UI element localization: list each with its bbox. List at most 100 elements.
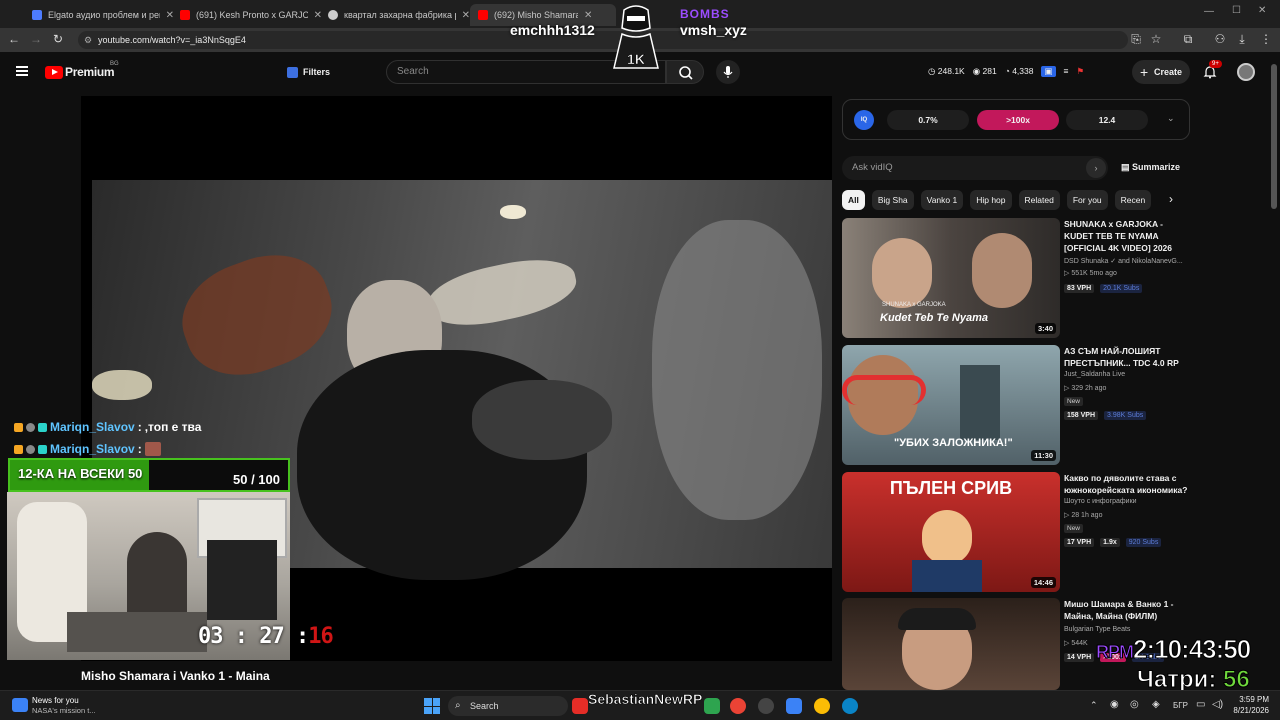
video-thumbnail[interactable]: SHUNAKA x GARJOKA Kudet Teb Te Nyama 3:4… <box>842 218 1060 338</box>
summarize-button[interactable]: ▤ Summarize <box>1121 162 1180 173</box>
menu-dots-icon[interactable]: ⋮ <box>1258 32 1274 46</box>
voice-search-button[interactable] <box>716 60 740 84</box>
chat-message: Mariqn_Slavov : <box>14 438 254 460</box>
chip[interactable]: Big Sha <box>871 190 914 210</box>
ask-submit-icon[interactable]: › <box>1086 158 1106 178</box>
site-info-icon[interactable]: ⚙ <box>84 31 92 49</box>
url-field[interactable]: ⚙ youtube.com/watch?v=_ia3NnSqgE4 <box>78 31 1128 49</box>
account-avatar[interactable] <box>1237 63 1255 81</box>
video-thumbnail[interactable] <box>842 598 1060 690</box>
news-subtitle[interactable]: NASA's mission t... <box>32 706 96 715</box>
rec-channel[interactable]: Bulgarian Type Beats <box>1064 626 1130 633</box>
page-scrollbar[interactable] <box>1271 64 1277 209</box>
recommendation-item[interactable]: "УБИХ ЗАЛОЖНИКА!" 11:30 АЗ СЪМ НАЙ-ЛОШИЯ… <box>842 345 1188 465</box>
overlay-username-left: emchhh1312 <box>510 22 595 38</box>
reload-icon[interactable]: ↻ <box>50 32 66 46</box>
video-title: Misho Shamara i Vanko 1 - Maina <box>81 669 270 683</box>
vidiq-expand-chevron-icon[interactable]: ⌄ <box>1167 113 1175 124</box>
chat-badge-icon <box>26 444 35 454</box>
new-badge: New <box>1064 397 1084 406</box>
chrome-taskbar-icon[interactable] <box>730 698 746 714</box>
volume-icon[interactable]: ◁) <box>1212 699 1223 710</box>
create-button[interactable]: Create <box>1132 60 1190 84</box>
recommendation-item[interactable]: ПЪЛЕН СРИВ 14:46 Какво по дяволите става… <box>842 472 1188 592</box>
sort-icon[interactable]: ≡ <box>1064 66 1069 77</box>
goal-count: 50 / 100 <box>233 472 280 487</box>
back-icon[interactable]: ← <box>6 32 22 46</box>
views-stat: ◷ 248.1K <box>928 66 965 76</box>
chip-all[interactable]: All <box>842 190 865 210</box>
youtube-taskbar-icon[interactable] <box>572 698 588 714</box>
mascot-text: 1K <box>627 51 645 67</box>
tray-app-icon[interactable]: ◎ <box>1130 699 1139 710</box>
bookmark-star-icon[interactable]: ☆ <box>1148 32 1164 46</box>
forward-icon[interactable]: → <box>28 32 44 46</box>
chrome-taskbar-icon[interactable] <box>814 698 830 714</box>
chip[interactable]: Related <box>1018 190 1060 210</box>
obs-taskbar-icon[interactable] <box>758 698 774 714</box>
vidiq-stats: ◷ 248.1K ◉ 281 ◔ 4,338 ▣ ≡ ⚑ <box>928 66 1084 77</box>
edge-taskbar-icon[interactable] <box>842 698 858 714</box>
chip[interactable]: Hip hop <box>970 190 1012 210</box>
news-widget-icon[interactable] <box>12 698 28 712</box>
rec-title[interactable]: Мишо Шамара & Ванко 1 - Майна, Майна (ФИ… <box>1064 598 1188 622</box>
browser-tab[interactable]: Elgato аудио проблем и реш... ✕ <box>24 4 174 26</box>
desk-shape <box>67 612 207 652</box>
app-taskbar-icon[interactable] <box>704 698 720 714</box>
vidiq-icon[interactable]: ▣ <box>1041 66 1056 77</box>
extensions-icon[interactable]: ⧉ <box>1180 32 1196 47</box>
browser-tab[interactable]: (691) Kesh Pronto x GARJOKA ✕ <box>172 4 322 26</box>
app-taskbar-icon[interactable] <box>786 698 802 714</box>
vidiq-engagement[interactable]: 0.7% <box>887 110 969 130</box>
video-thumbnail[interactable]: ПЪЛЕН СРИВ 14:46 <box>842 472 1060 592</box>
cast-icon[interactable]: ⎘ <box>1128 32 1144 47</box>
tab-close-icon[interactable]: ✕ <box>462 10 470 21</box>
browser-tab[interactable]: квартал захарна фабрика рус... ✕ <box>320 4 470 26</box>
search-button[interactable] <box>666 60 704 84</box>
profile-icon[interactable]: ⚇ <box>1212 32 1228 46</box>
rec-title[interactable]: АЗ СЪМ НАЙ-ЛОШИЯТ ПРЕСТЪПНИК... TDC 4.0 … <box>1064 345 1190 369</box>
tray-app-icon[interactable]: ◈ <box>1152 699 1160 710</box>
chip[interactable]: Recen <box>1114 190 1152 210</box>
rec-title[interactable]: SHUNAKA x GARJOKA - KUDET TEB TE NYAMA [… <box>1064 218 1190 254</box>
windows-start-icon[interactable] <box>424 698 440 714</box>
filter-chips: All Big Sha Vanko 1 Hip hop Related For … <box>842 190 1182 210</box>
duration-badge: 14:46 <box>1030 577 1056 588</box>
news-title[interactable]: News for you <box>32 696 79 705</box>
vidiq-filters-button[interactable]: Filters <box>287 63 330 81</box>
search-icon: ⌕ <box>455 700 461 711</box>
system-clock[interactable]: 3:59 PM 8/21/2026 <box>1233 694 1269 716</box>
vidiq-score[interactable]: 12.4 <box>1066 110 1148 130</box>
goal-label: 12-КА НА ВСЕКИ 50 <box>18 466 143 481</box>
network-icon[interactable]: ▭ <box>1196 699 1205 710</box>
download-icon[interactable]: ⤓ <box>1234 32 1250 47</box>
thumb-text: ПЪЛЕН СРИВ <box>889 478 1013 498</box>
video-thumbnail[interactable]: "УБИХ ЗАЛОЖНИКА!" 11:30 <box>842 345 1060 465</box>
tray-app-icon[interactable]: ◉ <box>1110 699 1119 710</box>
notification-count-badge: 9+ <box>1209 60 1222 68</box>
maximize-icon[interactable]: ☐ <box>1232 5 1241 16</box>
chip[interactable]: For you <box>1066 190 1108 210</box>
youtube-logo-text[interactable]: Premium <box>65 65 115 79</box>
rec-channel[interactable]: DSD Shunaka ✓ and NikolaNanevG... <box>1064 257 1183 265</box>
recommendation-item[interactable]: SHUNAKA x GARJOKA Kudet Teb Te Nyama 3:4… <box>842 218 1188 338</box>
overlay-username-right: vmsh_xyz <box>680 22 747 38</box>
chip[interactable]: Vanko 1 <box>920 190 964 210</box>
tray-chevron-icon[interactable]: ⌃ <box>1090 700 1098 711</box>
keyboard-language[interactable]: БГР <box>1173 701 1188 710</box>
hamburger-menu-icon[interactable] <box>16 66 28 76</box>
extension-badge-icon[interactable]: ⚑ <box>1076 66 1084 77</box>
chat-badge-icon <box>26 422 35 432</box>
ask-vidiq-input[interactable]: Ask vidIQ › <box>842 156 1108 180</box>
sub-goal-bar: 12-КА НА ВСЕКИ 50 50 / 100 <box>8 458 290 492</box>
rec-channel[interactable]: Just_Saldanha Live <box>1064 371 1125 378</box>
rec-channel[interactable]: Шоуто с инфографики <box>1064 498 1137 505</box>
rec-title[interactable]: Какво по дяволите става с южнокорейската… <box>1064 472 1190 496</box>
youtube-logo-icon[interactable] <box>45 66 63 79</box>
vidiq-outlier[interactable]: >100x <box>977 110 1059 130</box>
minimize-icon[interactable]: — <box>1204 6 1214 17</box>
window-close-icon[interactable]: ✕ <box>1258 5 1266 16</box>
taskbar-search[interactable]: ⌕ Search <box>448 696 568 716</box>
tab-close-icon[interactable]: ✕ <box>584 10 592 21</box>
chips-next-chevron-icon[interactable]: › <box>1169 192 1173 206</box>
